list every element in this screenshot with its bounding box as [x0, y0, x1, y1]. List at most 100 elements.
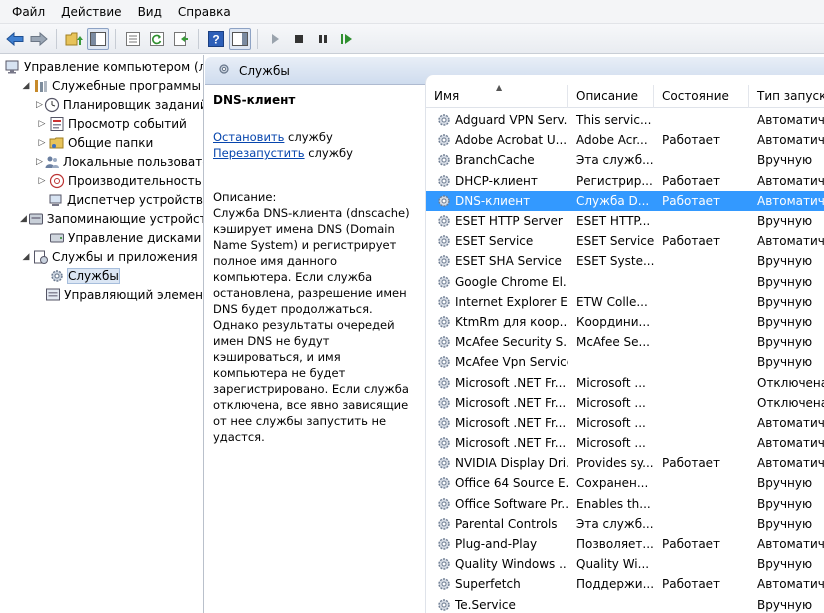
service-row[interactable]: DNS-клиент Служба D... Работает Автоматич	[426, 190, 824, 211]
tree-item[interactable]: Диспетчер устройств	[0, 190, 203, 209]
back-arrow-icon[interactable]	[4, 28, 26, 50]
service-row[interactable]: Internet Explorer E... ETW Colle... Вручну…	[426, 292, 824, 312]
service-row[interactable]: Office 64 Source E... Сохранен... Вручную	[426, 473, 824, 493]
column-header-status[interactable]: Состояние	[654, 85, 749, 108]
restart-service-action: Перезапустить службу	[213, 145, 417, 161]
show-action-pane-icon[interactable]	[229, 27, 251, 50]
export-list-icon[interactable]	[170, 28, 192, 50]
service-row[interactable]: McAfee Vpn Service Вручную	[426, 352, 824, 372]
service-name-cell: Te.Service	[426, 597, 568, 613]
collapse-arrow-icon[interactable]: ◢	[20, 81, 32, 91]
service-row[interactable]: NVIDIA Display Dri... Provides sy... Работ…	[426, 453, 824, 473]
services-apps-icon	[33, 249, 49, 265]
help-icon[interactable]: ?	[205, 28, 227, 50]
service-startup-type: Вручную	[757, 274, 813, 289]
tree-item[interactable]: ▷ Локальные пользовате	[0, 152, 203, 171]
tree-item-label: Диспетчер устройств	[66, 192, 203, 207]
service-row[interactable]: Superfetch Поддержи... Работает Автоматич	[426, 574, 824, 594]
column-header-startup-type[interactable]: Тип запуск	[749, 85, 824, 108]
expand-arrow-icon[interactable]: ▷	[36, 176, 48, 186]
service-startup-type: Вручную	[757, 597, 813, 612]
service-row[interactable]: Adobe Acrobat U... Adobe Acr... Работает Ав…	[426, 130, 824, 150]
tree-item[interactable]: ▷ Производительность	[0, 171, 203, 190]
restart-service-icon[interactable]	[336, 28, 358, 50]
expand-arrow-icon[interactable]: ▷	[36, 119, 48, 129]
column-header-description[interactable]: Описание	[568, 85, 654, 108]
content-title: Службы	[239, 63, 290, 78]
restart-service-link[interactable]: Перезапустить	[213, 146, 305, 160]
service-row[interactable]: ESET HTTP Server ESET HTTP... Вручную	[426, 211, 824, 231]
selected-service-title: DNS-клиент	[213, 93, 296, 107]
tree-item[interactable]: Управление дисками	[0, 228, 203, 247]
up-folder-icon[interactable]	[63, 28, 85, 50]
service-row[interactable]: Microsoft .NET Fr... Microsoft ... Автомат…	[426, 413, 824, 433]
service-row[interactable]: Google Chrome El... Вручную	[426, 272, 824, 292]
service-name: NVIDIA Display Dri...	[455, 456, 568, 471]
service-status: Работает	[662, 456, 721, 471]
tree-item-label: Управление дисками	[68, 230, 202, 245]
tree-item[interactable]: ▷ Просмотр событий	[0, 114, 203, 133]
service-name-cell: ESET Service	[426, 233, 568, 249]
refresh-icon[interactable]	[146, 28, 168, 50]
tree-item[interactable]: ▷ Планировщик заданий	[0, 95, 203, 114]
list-header: ▲ Имя Описание Состояние Тип запуск	[426, 85, 824, 108]
service-gear-icon	[436, 173, 452, 189]
tree-item[interactable]: ◢ Службы и приложения	[0, 247, 203, 266]
pause-service-icon[interactable]	[312, 28, 334, 50]
service-row[interactable]: ESET SHA Service ESET Syste... Вручную	[426, 251, 824, 271]
service-row[interactable]: Quality Windows ... Quality Wi... Вручную	[426, 554, 824, 574]
tree-item[interactable]: ▷ Общие папки	[0, 133, 203, 152]
service-row[interactable]: Microsoft .NET Fr... Microsoft ... Отключе…	[426, 372, 824, 392]
service-name-cell: DHCP-клиент	[426, 173, 568, 189]
service-startup-type: Вручную	[757, 254, 813, 269]
expand-arrow-icon[interactable]: ▷	[36, 138, 48, 148]
service-row[interactable]: Adguard VPN Serv... This servic... Автомат…	[426, 110, 824, 130]
menu-file[interactable]: Файл	[4, 0, 53, 24]
column-header-name[interactable]: ▲ Имя	[426, 85, 568, 108]
collapse-arrow-icon[interactable]: ◢	[20, 214, 27, 224]
service-description: Координи...	[576, 314, 651, 329]
tree-item[interactable]: Управляющий элемен	[0, 285, 203, 304]
service-row[interactable]: DHCP-клиент Регистрир... Работает Автоматич	[426, 171, 824, 191]
service-row[interactable]: Office Software Pr... Enables th... Вручну…	[426, 494, 824, 514]
menu-action[interactable]: Действие	[53, 0, 129, 24]
stop-service-action: Остановить службу	[213, 129, 417, 145]
stop-service-link[interactable]: Остановить	[213, 130, 284, 144]
menu-help[interactable]: Справка	[170, 0, 239, 24]
service-name-cell: Adguard VPN Serv...	[426, 112, 568, 128]
collapse-arrow-icon[interactable]: ◢	[20, 252, 32, 262]
service-gear-icon	[436, 516, 452, 532]
menu-view[interactable]: Вид	[130, 0, 170, 24]
tree-item[interactable]: Управление компьютером (л	[0, 57, 203, 76]
service-row[interactable]: Plug-and-Play Позволяет... Работает Автомат…	[426, 534, 824, 554]
forward-arrow-icon[interactable]	[28, 28, 50, 50]
description-text: Служба DNS-клиента (dnscache) кэширует и…	[213, 206, 410, 444]
tree-item[interactable]: ◢ Запоминающие устройст	[0, 209, 203, 228]
service-row[interactable]: Microsoft .NET Fr... Microsoft ... Отключе…	[426, 393, 824, 413]
service-name: KtmRm для коор...	[455, 314, 568, 329]
stop-service-icon[interactable]	[288, 28, 310, 50]
service-row[interactable]: McAfee Security S... McAfee Se... Вручную	[426, 332, 824, 352]
properties-icon[interactable]	[122, 28, 144, 50]
service-description: Эта служб...	[576, 153, 654, 168]
service-description: Microsoft ...	[576, 415, 646, 430]
service-gear-icon	[436, 597, 452, 613]
service-row[interactable]: Parental Controls Эта служб... Вручную	[426, 514, 824, 534]
expand-arrow-icon[interactable]: ▷	[36, 100, 43, 110]
service-row[interactable]: BranchCache Эта служб... Вручную	[426, 150, 824, 170]
tree-item[interactable]: ◢ Служебные программы	[0, 76, 203, 95]
show-hide-tree-icon[interactable]	[87, 27, 109, 50]
start-service-icon[interactable]	[264, 28, 286, 50]
gear-icon	[217, 62, 231, 79]
tree-item[interactable]: Службы	[0, 266, 203, 285]
service-name-cell: Quality Windows ...	[426, 556, 568, 572]
service-row[interactable]: Te.Service Вручную	[426, 595, 824, 613]
expand-arrow-icon[interactable]: ▷	[36, 157, 43, 167]
service-description: Позволяет...	[576, 537, 654, 552]
service-name: Microsoft .NET Fr...	[455, 395, 567, 410]
service-row[interactable]: KtmRm для коор... Координи... Вручную	[426, 312, 824, 332]
service-gear-icon	[436, 375, 452, 391]
service-row[interactable]: ESET Service ESET Service Работает Автомати…	[426, 231, 824, 251]
service-startup-type: Автоматич	[757, 113, 824, 128]
service-row[interactable]: Microsoft .NET Fr... Microsoft ... Автомат…	[426, 433, 824, 453]
